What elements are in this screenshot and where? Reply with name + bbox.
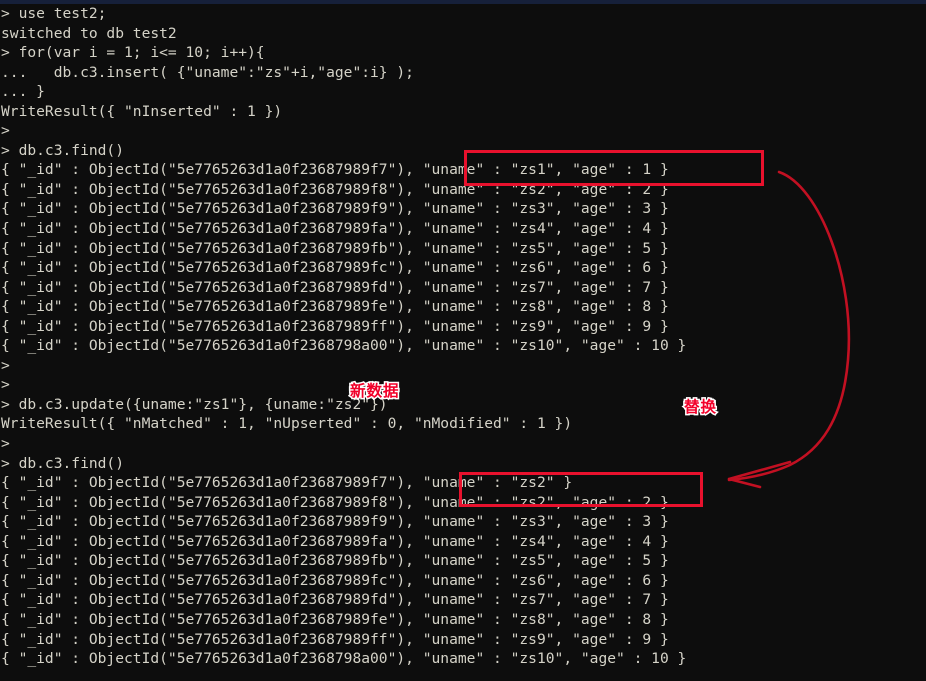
terminal-line: { "_id" : ObjectId("5e7765263d1a0f236879… (1, 650, 687, 668)
terminal-line: { "_id" : ObjectId("5e7765263d1a0f236879… (1, 259, 669, 277)
terminal-line: { "_id" : ObjectId("5e7765263d1a0f236879… (1, 180, 669, 198)
terminal-line: { "_id" : ObjectId("5e7765263d1a0f236879… (1, 474, 573, 492)
terminal-line: { "_id" : ObjectId("5e7765263d1a0f236879… (1, 317, 669, 335)
terminal-line: > (1, 376, 10, 394)
terminal-line: > (1, 356, 10, 374)
terminal-line: { "_id" : ObjectId("5e7765263d1a0f236879… (1, 610, 669, 628)
terminal-line: { "_id" : ObjectId("5e7765263d1a0f236879… (1, 591, 669, 609)
terminal-line: { "_id" : ObjectId("5e7765263d1a0f236879… (1, 239, 669, 257)
terminal-line: { "_id" : ObjectId("5e7765263d1a0f236879… (1, 161, 669, 179)
terminal-line: ... db.c3.insert( {"uname":"zs"+i,"age":… (1, 63, 414, 81)
terminal-line: { "_id" : ObjectId("5e7765263d1a0f236879… (1, 200, 669, 218)
terminal-line: { "_id" : ObjectId("5e7765263d1a0f236879… (1, 513, 669, 531)
annotation-label-new-data: 新数据 (349, 381, 400, 402)
terminal-line: { "_id" : ObjectId("5e7765263d1a0f236879… (1, 493, 669, 511)
terminal-line: { "_id" : ObjectId("5e7765263d1a0f236879… (1, 337, 687, 355)
terminal-line: { "_id" : ObjectId("5e7765263d1a0f236879… (1, 571, 669, 589)
annotation-label-replace: 替换 (682, 397, 718, 418)
terminal-line: WriteResult({ "nMatched" : 1, "nUpserted… (1, 415, 573, 433)
terminal-line: > db.c3.find() (1, 454, 125, 472)
terminal-line: > db.c3.update({uname:"zs1"}, {uname:"zs… (1, 395, 388, 413)
terminal-window: > use test2; switched to db test2 > for(va… (0, 0, 926, 681)
terminal-line: { "_id" : ObjectId("5e7765263d1a0f236879… (1, 220, 669, 238)
terminal-line: { "_id" : ObjectId("5e7765263d1a0f236879… (1, 552, 669, 570)
terminal-output[interactable]: > use test2; switched to db test2 > for(va… (0, 4, 926, 669)
terminal-line: ... } (1, 83, 45, 101)
terminal-line: switched to db test2 (1, 24, 177, 42)
terminal-line: > (1, 435, 10, 453)
terminal-line: WriteResult({ "nInserted" : 1 }) (1, 102, 283, 120)
terminal-line: { "_id" : ObjectId("5e7765263d1a0f236879… (1, 298, 669, 316)
terminal-line: > use test2; (1, 5, 107, 22)
terminal-line: > db.c3.find() (1, 141, 125, 159)
terminal-line: { "_id" : ObjectId("5e7765263d1a0f236879… (1, 532, 669, 550)
terminal-line: { "_id" : ObjectId("5e7765263d1a0f236879… (1, 278, 669, 296)
terminal-line: > for(var i = 1; i<= 10; i++){ (1, 44, 265, 62)
terminal-line: { "_id" : ObjectId("5e7765263d1a0f236879… (1, 630, 669, 648)
terminal-line: > (1, 122, 10, 140)
